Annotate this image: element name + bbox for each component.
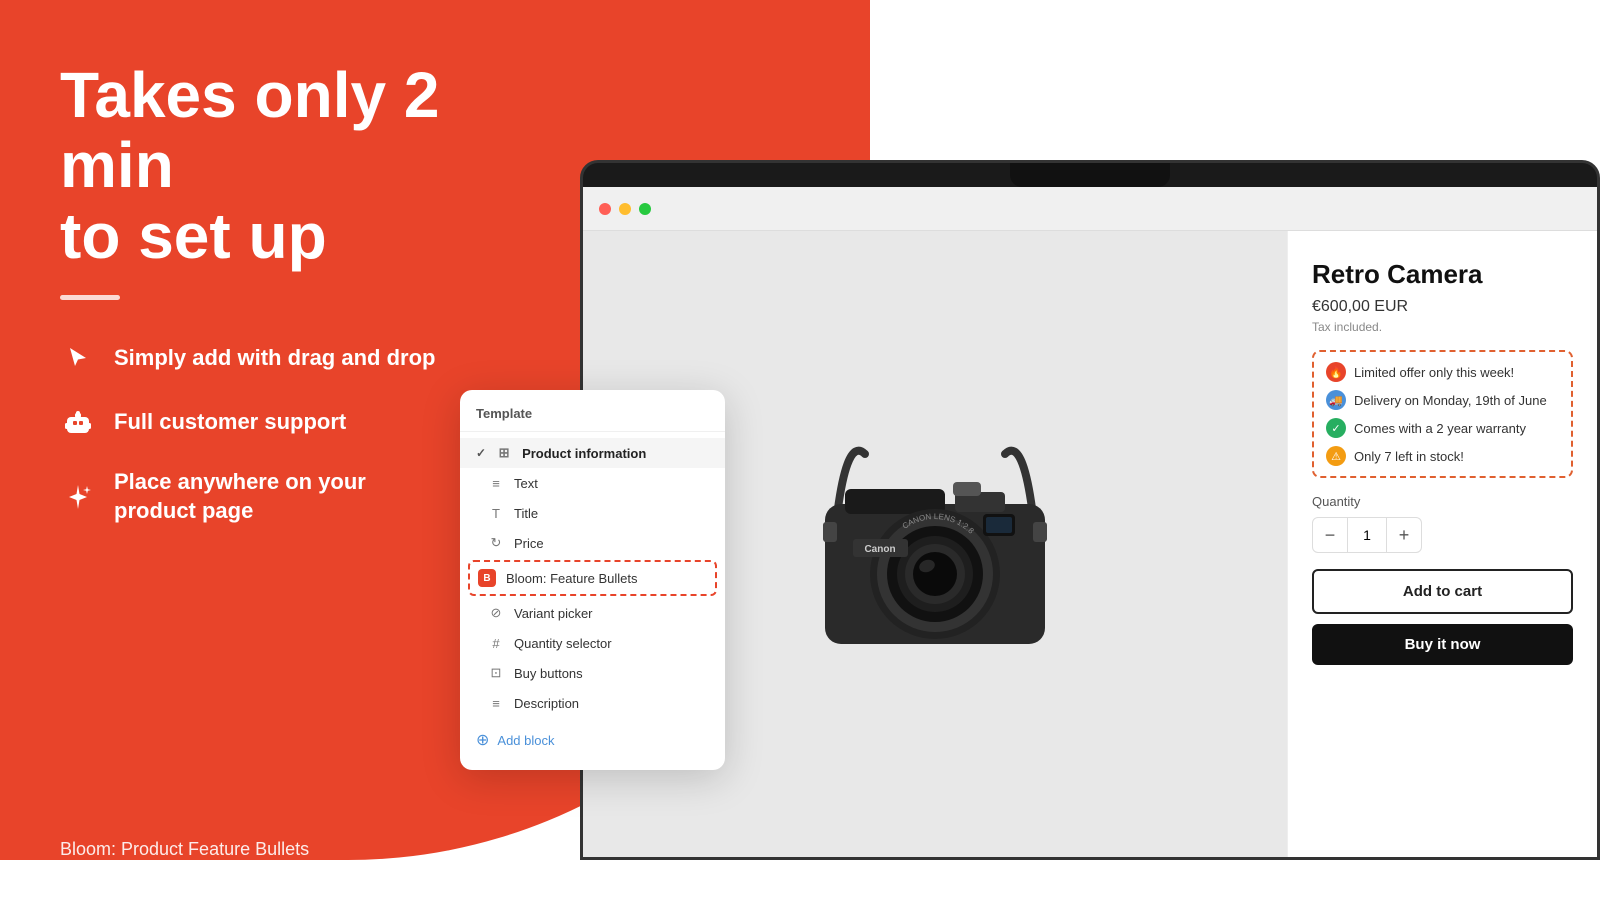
- template-item-quantity-selector[interactable]: # Quantity selector: [460, 628, 725, 658]
- template-item-bloom-feature[interactable]: B Bloom: Feature Bullets: [468, 560, 717, 596]
- template-item-buy-buttons[interactable]: ⊡ Buy buttons: [460, 658, 725, 688]
- warning-icon: ⚠: [1326, 446, 1346, 466]
- template-item-product-information[interactable]: ✓ ⊞ Product information: [460, 438, 725, 468]
- cursor-icon: [60, 340, 96, 376]
- product-price: €600,00 EUR: [1312, 298, 1573, 316]
- circle-slash-icon: ⊘: [488, 605, 504, 621]
- buy-now-button[interactable]: Buy it now: [1312, 624, 1573, 665]
- browser-dot-green: [639, 203, 651, 215]
- sparkle-icon: [60, 479, 96, 515]
- bloom-icon: B: [478, 569, 496, 587]
- product-title: Retro Camera: [1312, 259, 1573, 290]
- grid-icon: ⊞: [496, 445, 512, 461]
- divider: [60, 295, 120, 300]
- browser-dot-yellow: [619, 203, 631, 215]
- template-item-variant-picker[interactable]: ⊘ Variant picker: [460, 598, 725, 628]
- truck-icon: 🚚: [1326, 390, 1346, 410]
- quantity-control: − 1 +: [1312, 517, 1422, 553]
- quantity-decrease-button[interactable]: −: [1313, 518, 1347, 552]
- plus-circle-icon: ⊕: [476, 730, 489, 750]
- lines-icon-text: ≡: [488, 475, 504, 491]
- check-circle-icon: ✓: [1326, 418, 1346, 438]
- camera-illustration: Canon: [745, 354, 1125, 734]
- bullet-stock: ⚠ Only 7 left in stock!: [1326, 446, 1559, 466]
- template-item-description[interactable]: ≡ Description: [460, 688, 725, 718]
- check-icon: ✓: [476, 446, 486, 460]
- robot-icon: [60, 404, 96, 440]
- laptop-frame: Canon: [580, 160, 1600, 860]
- template-panel: Template ✓ ⊞ Product information ≡ Text …: [460, 390, 725, 770]
- hash-icon: #: [488, 635, 504, 651]
- bullet-warranty: ✓ Comes with a 2 year warranty: [1326, 418, 1559, 438]
- title-T-icon: T: [488, 505, 504, 521]
- browser-content: Canon: [583, 231, 1597, 857]
- template-item-text[interactable]: ≡ Text: [460, 468, 725, 498]
- quantity-label: Quantity: [1312, 494, 1573, 509]
- product-detail-panel: Retro Camera €600,00 EUR Tax included. 🔥…: [1287, 231, 1597, 857]
- quantity-increase-button[interactable]: +: [1387, 518, 1421, 552]
- template-panel-title: Template: [460, 406, 725, 432]
- feature-item-drag-drop: Simply add with drag and drop: [60, 340, 560, 376]
- fire-icon: 🔥: [1326, 362, 1346, 382]
- add-to-cart-button[interactable]: Add to cart: [1312, 569, 1573, 614]
- laptop-notch: [1010, 163, 1170, 187]
- product-tax: Tax included.: [1312, 320, 1573, 334]
- browser-dot-red: [599, 203, 611, 215]
- headline: Takes only 2 min to set up: [60, 60, 560, 271]
- feature-bullets-box: 🔥 Limited offer only this week! 🚚 Delive…: [1312, 350, 1573, 478]
- monitor-icon: ⊡: [488, 665, 504, 681]
- bullet-delivery: 🚚 Delivery on Monday, 19th of June: [1326, 390, 1559, 410]
- svg-text:Canon: Canon: [864, 544, 895, 555]
- add-block-button[interactable]: ⊕ Add block: [460, 722, 725, 758]
- browser-window: Canon: [583, 187, 1597, 857]
- bullet-limited-offer: 🔥 Limited offer only this week!: [1326, 362, 1559, 382]
- browser-toolbar: [583, 187, 1597, 231]
- bottom-label: Bloom: Product Feature Bullets: [60, 839, 309, 860]
- template-item-title[interactable]: T Title: [460, 498, 725, 528]
- sync-icon: ↻: [488, 535, 504, 551]
- template-item-price[interactable]: ↻ Price: [460, 528, 725, 558]
- quantity-value: 1: [1347, 518, 1387, 552]
- lines-icon-desc: ≡: [488, 695, 504, 711]
